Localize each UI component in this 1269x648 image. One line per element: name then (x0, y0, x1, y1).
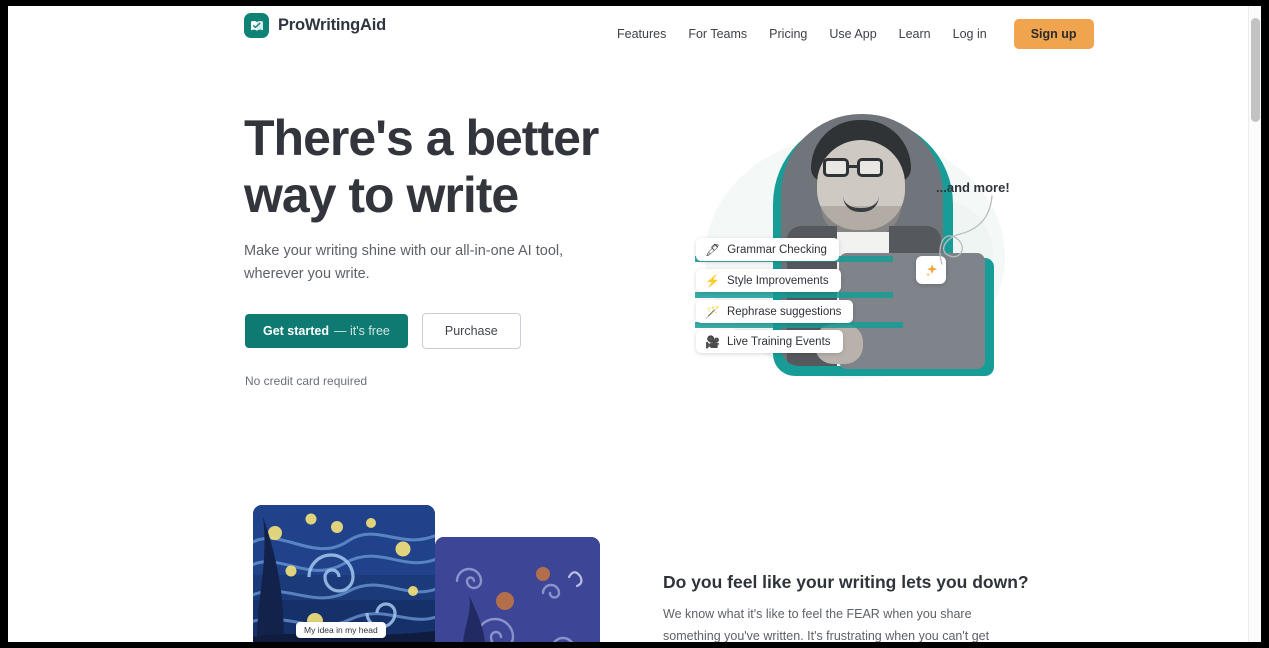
nav-item-learn[interactable]: Learn (888, 6, 942, 62)
no-credit-card-note: No credit card required (245, 374, 368, 388)
feature-chip-style-improvements[interactable]: ⚡ Style Improvements (696, 269, 841, 292)
lightning-bolt-icon: ⚡ (705, 273, 720, 288)
page-content: ProWritingAid Features For Teams Pricing… (8, 6, 1261, 642)
book-check-icon (244, 13, 269, 38)
feature-chip-rephrase-suggestions[interactable]: 🪄 Rephrase suggestions (696, 300, 854, 323)
image-caption: My idea in my head (296, 622, 386, 638)
hero-subtitle: Make your writing shine with our all-in-… (244, 243, 564, 283)
feature-chip-grammar-checking[interactable]: 🖋 Grammar Checking (696, 238, 839, 261)
get-started-free-label: — it's free (334, 324, 390, 338)
feature-chip-label: Grammar Checking (727, 243, 827, 256)
nav-item-features[interactable]: Features (606, 6, 677, 62)
get-started-button[interactable]: Get started — it's free (245, 314, 408, 348)
get-started-label: Get started (263, 324, 329, 338)
section-body-text: We know what it's like to feel the FEAR … (663, 607, 990, 642)
feature-chip-live-training-events[interactable]: 🎥 Live Training Events (696, 330, 843, 353)
magic-wand-icon: 🪄 (705, 304, 720, 319)
vertical-scrollbar[interactable] (1248, 6, 1261, 642)
sign-up-button[interactable]: Sign up (1013, 19, 1094, 49)
hero-cta-group: Get started — it's free Purchase (245, 313, 521, 349)
child-sketch-image (435, 537, 600, 642)
glasses-left-lens (823, 158, 849, 177)
nav-item-for-teams[interactable]: For Teams (677, 6, 758, 62)
browser-viewport: ProWritingAid Features For Teams Pricing… (8, 6, 1261, 642)
chip-accent-bar-2 (695, 292, 893, 298)
glasses-bridge (849, 165, 857, 168)
section-heading: Do you feel like your writing lets you d… (663, 572, 1029, 592)
feather-pen-icon: 🖋 (705, 242, 721, 257)
nav-item-use-app[interactable]: Use App (818, 6, 887, 62)
purchase-button[interactable]: Purchase (421, 313, 521, 349)
hero-title: There's a better way to write (244, 110, 599, 223)
main-navigation: Features For Teams Pricing Use App Learn… (606, 6, 1094, 62)
and-more-annotation: ...and more! (936, 180, 1010, 195)
nav-item-pricing[interactable]: Pricing (758, 6, 818, 62)
nav-item-log-in[interactable]: Log in (942, 6, 998, 62)
brand-logo[interactable]: ProWritingAid (244, 13, 386, 38)
feature-chip-label: Rephrase suggestions (726, 305, 842, 318)
curly-arrow-icon (939, 195, 993, 265)
glasses-right-lens (857, 158, 883, 177)
site-header: ProWritingAid Features For Teams Pricing… (8, 6, 1261, 62)
video-camera-icon: 🎥 (705, 334, 720, 349)
feature-chip-label: Live Training Events (726, 335, 831, 348)
brand-name: ProWritingAid (278, 16, 387, 34)
feature-chip-label: Style Improvements (726, 274, 829, 287)
scrollbar-thumb[interactable] (1251, 18, 1260, 122)
